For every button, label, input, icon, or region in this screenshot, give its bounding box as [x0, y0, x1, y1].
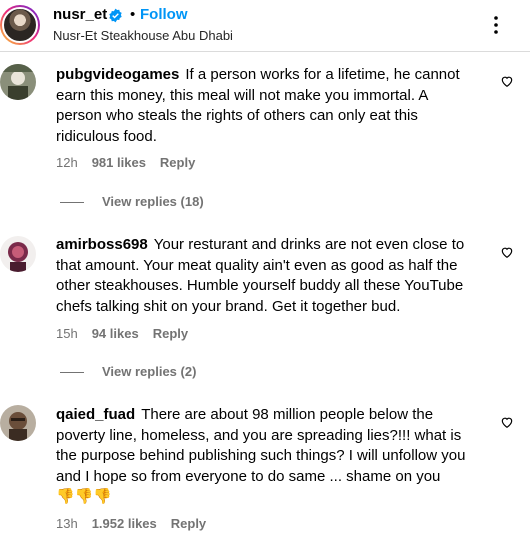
- comment-time[interactable]: 15h: [56, 326, 78, 341]
- like-heart-icon[interactable]: [500, 74, 514, 88]
- comment-username[interactable]: qaied_fuad: [56, 406, 135, 423]
- comment-time[interactable]: 13h: [56, 516, 78, 531]
- post-location[interactable]: Nusr-Et Steakhouse Abu Dhabi: [53, 28, 233, 43]
- view-replies-button[interactable]: View replies (18): [60, 194, 204, 209]
- comment-meta: 13h 1.952 likes Reply: [56, 516, 220, 531]
- comment-text: amirboss698 Your resturant and drinks are…: [56, 235, 466, 317]
- view-replies-button[interactable]: View replies (2): [60, 364, 196, 379]
- thumbs-down-emoji: 👎👎👎: [56, 488, 113, 505]
- comment-username[interactable]: pubgvideogames: [56, 66, 179, 83]
- like-heart-icon[interactable]: [500, 415, 514, 429]
- profile-avatar[interactable]: [0, 5, 40, 45]
- like-heart-icon[interactable]: [500, 245, 514, 259]
- comment-username[interactable]: amirboss698: [56, 236, 148, 253]
- reply-button[interactable]: Reply: [171, 516, 206, 531]
- replies-divider-line: [60, 372, 84, 374]
- comment-likes[interactable]: 981 likes: [92, 155, 146, 170]
- view-replies-label: View replies (2): [102, 364, 197, 379]
- reply-button[interactable]: Reply: [153, 326, 188, 341]
- comment-text: qaied_fuad There are about 98 million peo…: [56, 405, 466, 508]
- commenter-avatar[interactable]: [0, 64, 36, 100]
- commenter-avatar[interactable]: [0, 236, 36, 272]
- comment-time[interactable]: 12h: [56, 155, 78, 170]
- verified-badge-icon: [109, 8, 122, 23]
- commenter-avatar[interactable]: [0, 405, 36, 441]
- follow-button[interactable]: Follow: [140, 6, 188, 23]
- comment-likes[interactable]: 1.952 likes: [92, 516, 157, 531]
- comment-meta: 12h 981 likes Reply: [56, 155, 209, 170]
- comment-meta: 15h 94 likes Reply: [56, 326, 202, 341]
- replies-divider-line: [60, 202, 84, 204]
- post-username[interactable]: nusr_et: [53, 6, 107, 23]
- header-separator: •: [130, 6, 136, 23]
- view-replies-label: View replies (18): [102, 194, 204, 209]
- more-options-icon[interactable]: [484, 13, 508, 37]
- comment-text: pubgvideogames If a person works for a li…: [56, 65, 466, 147]
- comment-likes[interactable]: 94 likes: [92, 326, 139, 341]
- reply-button[interactable]: Reply: [160, 155, 195, 170]
- post-header: nusr_et • Follow Nusr-Et Steakhouse Abu …: [0, 0, 530, 52]
